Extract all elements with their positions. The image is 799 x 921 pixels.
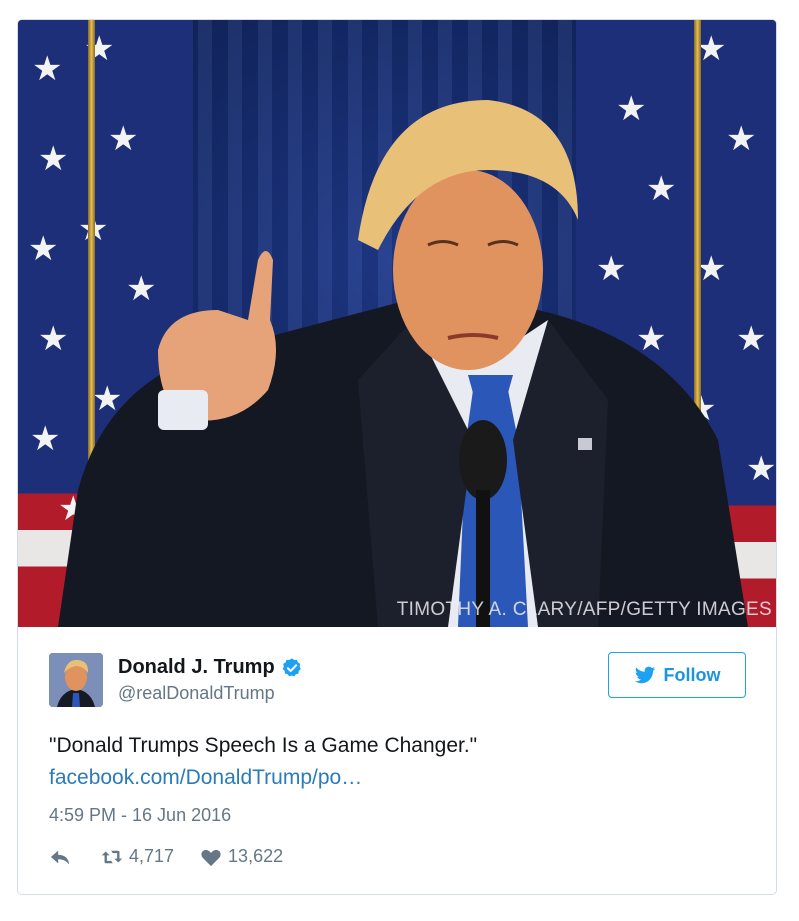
tweet-photo[interactable]: ★ ★ ★ ★ ★ ★ ★ ★ ★ ★ ★ ★ ★ ★ ★ ★ ★ ★ ★ ★ … bbox=[18, 20, 776, 627]
like-count: 13,622 bbox=[228, 846, 284, 866]
tweet-link[interactable]: facebook.com/DonaldTrump/po… bbox=[49, 766, 362, 790]
reply-button[interactable] bbox=[49, 847, 71, 867]
tweet-actions: 4,717 13,622 bbox=[49, 846, 283, 867]
reply-icon bbox=[50, 850, 70, 864]
retweet-icon bbox=[101, 850, 123, 863]
heart-icon bbox=[201, 849, 221, 866]
author-handle[interactable]: @realDonaldTrump bbox=[118, 683, 275, 704]
tweet-timestamp[interactable]: 4:59 PM - 16 Jun 2016 bbox=[49, 805, 231, 826]
verified-badge-icon bbox=[282, 657, 301, 676]
avatar[interactable] bbox=[49, 653, 103, 707]
retweet-button[interactable]: 4,717 bbox=[101, 846, 174, 867]
follow-button[interactable]: Follow bbox=[608, 652, 746, 698]
tweet-text: "Donald Trumps Speech Is a Game Changer.… bbox=[49, 734, 478, 757]
like-button[interactable]: 13,622 bbox=[200, 846, 283, 867]
retweet-count: 4,717 bbox=[129, 846, 175, 866]
author-name-row[interactable]: Donald J. Trump bbox=[118, 656, 303, 679]
author-name[interactable]: Donald J. Trump bbox=[118, 656, 275, 679]
follow-label: Follow bbox=[663, 664, 721, 685]
speaker-figure bbox=[58, 100, 748, 627]
twitter-bird-icon bbox=[634, 666, 655, 684]
photo-credit: TIMOTHY A. CLARY/AFP/GETTY IMAGES bbox=[396, 599, 772, 620]
tweet-card: ★ ★ ★ ★ ★ ★ ★ ★ ★ ★ ★ ★ ★ ★ ★ ★ ★ ★ ★ ★ … bbox=[17, 19, 777, 895]
